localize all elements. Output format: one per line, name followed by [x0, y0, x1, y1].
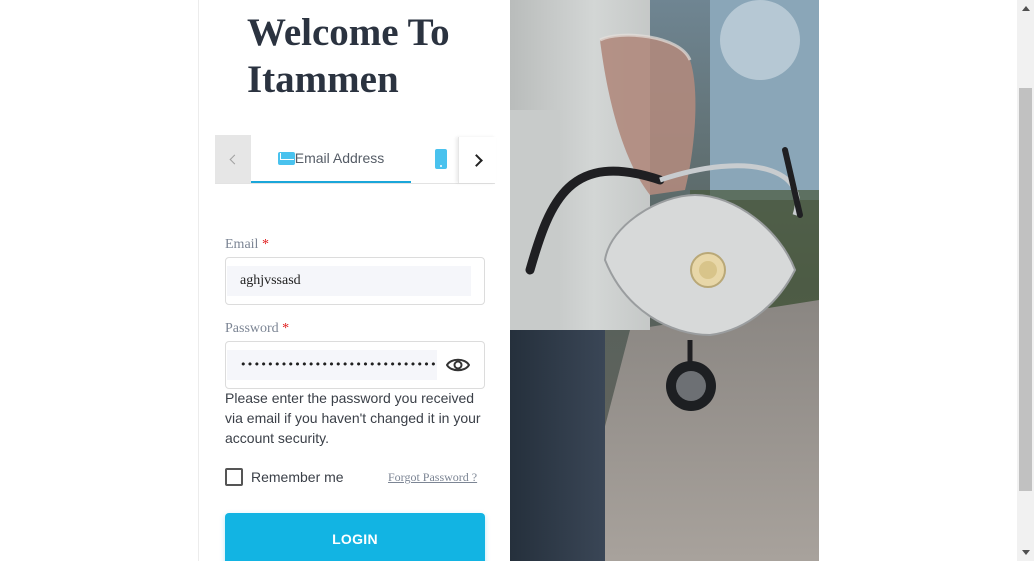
- email-field[interactable]: [227, 266, 471, 296]
- scroll-down-button[interactable]: [1017, 544, 1034, 561]
- tab-phone[interactable]: [435, 135, 457, 183]
- checkbox-box[interactable]: [225, 468, 243, 486]
- password-field-wrapper: •••••••••••••••••••••••••••••: [225, 341, 485, 389]
- login-form-panel: Welcome To Itammen Email Address Email *…: [199, 0, 510, 561]
- email-required-mark: *: [261, 237, 269, 252]
- password-label-text: Password: [225, 321, 279, 336]
- password-field[interactable]: •••••••••••••••••••••••••••••: [227, 350, 437, 380]
- login-method-tabs: Email Address: [215, 135, 496, 184]
- login-page: Welcome To Itammen Email Address Email *…: [0, 0, 1034, 561]
- email-label-text: Email: [225, 237, 259, 252]
- arrow-down-icon: [1021, 550, 1030, 555]
- tab-scroll-next-button[interactable]: [458, 137, 496, 183]
- chevron-left-icon: [229, 154, 240, 164]
- page-scrollbar[interactable]: [1017, 0, 1034, 561]
- login-card: Welcome To Itammen Email Address Email *…: [198, 0, 819, 561]
- forgot-password-link[interactable]: Forgot Password ?: [388, 470, 477, 485]
- email-label: Email *: [225, 237, 269, 253]
- remember-me-checkbox[interactable]: Remember me: [225, 468, 344, 486]
- password-required-mark: *: [282, 321, 290, 336]
- login-button[interactable]: LOGIN: [225, 513, 485, 561]
- envelope-icon: [277, 152, 295, 165]
- eye-icon[interactable]: [446, 355, 470, 375]
- hero-photo: [510, 0, 819, 561]
- arrow-up-icon: [1021, 6, 1030, 11]
- scroll-up-button[interactable]: [1017, 0, 1034, 17]
- scrollbar-thumb[interactable]: [1019, 88, 1032, 491]
- page-title: Welcome To Itammen: [247, 11, 450, 101]
- phone-icon: [435, 149, 447, 169]
- password-hint: Please enter the password you received v…: [225, 390, 481, 446]
- tab-scroll-prev-button[interactable]: [215, 135, 251, 183]
- remember-me-label: Remember me: [251, 469, 344, 485]
- email-field-wrapper: [225, 257, 485, 305]
- tab-email-label: Email Address: [294, 150, 385, 166]
- password-label: Password *: [225, 321, 289, 337]
- doctor-with-mask-and-stethoscope-image: [510, 0, 819, 561]
- chevron-right-icon: [469, 153, 483, 167]
- tab-email-address[interactable]: Email Address: [251, 135, 411, 183]
